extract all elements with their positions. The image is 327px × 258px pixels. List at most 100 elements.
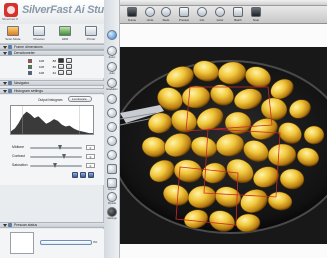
disclosure-triangle-icon[interactable] <box>3 52 7 55</box>
tool-auto[interactable]: Auto <box>105 62 119 76</box>
tool-grain[interactable] <box>105 150 119 164</box>
undo-icon <box>145 7 155 17</box>
densitometer-button[interactable] <box>58 58 64 63</box>
tool-dust-scratch[interactable] <box>105 136 119 150</box>
info-icon <box>197 7 207 17</box>
slider-saturation: Saturation 0 <box>0 162 104 170</box>
slider-value-field[interactable]: 0 <box>86 145 95 150</box>
toolbar-label: Scan <box>252 18 260 22</box>
tool-settings[interactable]: Settings <box>105 207 119 221</box>
densitometer-value: 62 <box>52 70 56 75</box>
densitometer-value: 108 <box>38 70 44 75</box>
disclosure-triangle-icon[interactable] <box>3 90 7 93</box>
slider-value-field[interactable]: 0 <box>86 154 95 159</box>
scan-mode-icon <box>7 26 19 36</box>
panel-header-prescan[interactable]: Prescan status <box>0 222 104 228</box>
left-panel: SilverFast Ai Studio SilverFast 8 Scan M… <box>0 0 120 258</box>
tool-sharpen[interactable] <box>105 122 119 136</box>
color-swatch-green <box>28 64 32 69</box>
slider-contrast: Contrast 0 <box>0 153 104 161</box>
tool-color-restore[interactable] <box>105 164 119 178</box>
histogram-mode-select[interactable]: Luminance <box>68 96 92 102</box>
disclosure-triangle-icon[interactable] <box>3 46 7 49</box>
tool-scan-mode[interactable]: Scan Mode <box>2 24 24 44</box>
densitometer-value: 88 <box>52 58 56 63</box>
tool-label: Gradation <box>106 88 118 91</box>
toolbar-label: Frame <box>127 18 137 22</box>
prescan-icon <box>33 26 45 36</box>
histogram-body: Output histogram Luminance Midtone 0 Con… <box>0 95 104 185</box>
disclosure-triangle-icon[interactable] <box>3 82 7 85</box>
slider-value-field[interactable]: 0 <box>86 163 95 168</box>
printer-icon <box>85 26 97 36</box>
toolbar-label: Preview <box>179 18 189 22</box>
slider-midtone: Midtone 0 <box>0 144 104 152</box>
toolbar-label: Info <box>199 18 205 22</box>
prescan-status-icon <box>8 223 12 227</box>
selective-color-icon <box>107 108 117 118</box>
tool-expert[interactable]: Expert <box>105 178 119 192</box>
apply-button[interactable] <box>80 172 86 178</box>
silverfast-window: SilverFast Ai Studio SilverFast 8 Scan M… <box>0 0 327 258</box>
toolbar-preview-button[interactable]: Preview <box>176 7 192 24</box>
tool-label: Settings <box>107 217 117 220</box>
tool-help[interactable] <box>105 30 119 44</box>
global-color-icon <box>107 94 117 104</box>
tool-zoom[interactable]: Zoom <box>105 46 119 60</box>
pipette-icon <box>107 192 117 202</box>
densitometer-value: 108 <box>38 58 44 63</box>
toolbar-scan-button[interactable]: Scan <box>248 7 264 24</box>
toolbar-info-button[interactable]: Info <box>194 7 210 24</box>
densitometer-button[interactable] <box>66 64 72 69</box>
toolbar-undo-button[interactable]: Undo <box>142 7 158 24</box>
potato-piece <box>303 125 325 145</box>
densitometer-button[interactable] <box>58 64 64 69</box>
histogram-graph[interactable] <box>10 105 94 135</box>
densitometer-row: 108 80 <box>28 64 72 69</box>
frame-dimensions-icon <box>8 45 12 49</box>
slider-track[interactable] <box>30 147 82 149</box>
options-button[interactable] <box>88 172 94 178</box>
tool-selective-color[interactable] <box>105 108 119 122</box>
tool-hdr[interactable]: HDR <box>54 24 76 44</box>
histogram-shape <box>11 111 93 134</box>
grain-icon <box>107 150 117 160</box>
reset-button[interactable] <box>72 172 78 178</box>
densitometer-button[interactable] <box>58 70 64 75</box>
auto-adjust-icon <box>107 62 117 72</box>
dust-scratch-icon <box>107 136 117 146</box>
toolbar-color-button[interactable]: Color <box>212 7 228 24</box>
preview-canvas[interactable] <box>120 24 327 258</box>
slider-label: Saturation <box>12 163 28 167</box>
brand-header: SilverFast Ai Studio SilverFast 8 <box>0 0 120 24</box>
slider-label: Contrast <box>12 154 25 158</box>
batch-icon <box>233 7 243 17</box>
prescan-thumbnail <box>10 232 34 254</box>
tool-prescan[interactable]: Prescan <box>28 24 50 44</box>
silverfast-logo-icon <box>4 3 18 17</box>
densitometer-row: 108 62 <box>28 70 72 75</box>
densitometer-value: 80 <box>52 64 56 69</box>
tool-global-color[interactable] <box>105 94 119 108</box>
disclosure-triangle-icon[interactable] <box>3 224 7 227</box>
toolbar-label: Undo <box>146 18 154 22</box>
panel-header-navigator[interactable]: Navigator <box>0 80 104 86</box>
preview-image[interactable] <box>120 47 327 244</box>
tool-label: Expert <box>108 188 116 191</box>
densitometer-button[interactable] <box>66 58 72 63</box>
toolbar-frame-button[interactable]: Frame <box>124 7 140 24</box>
densitometer-body: 108 88 108 80 108 62 <box>0 56 104 78</box>
sharpen-icon <box>107 122 117 132</box>
slider-track[interactable] <box>30 156 82 158</box>
preview-icon <box>179 7 189 17</box>
tool-printer[interactable]: Printer <box>80 24 102 44</box>
help-icon <box>107 30 117 40</box>
toolbar-batch-button[interactable]: Batch <box>230 7 246 24</box>
densitometer-button[interactable] <box>66 70 72 75</box>
toolbar-redo-button[interactable]: Redo <box>158 7 174 24</box>
navigator-icon <box>8 81 12 85</box>
tool-pipette[interactable]: Pipette <box>105 192 119 206</box>
tool-gradation[interactable]: Gradation <box>105 78 119 92</box>
panel-header-histogram[interactable]: Histogram settings <box>0 88 104 94</box>
tool-label: Printer <box>86 37 96 41</box>
